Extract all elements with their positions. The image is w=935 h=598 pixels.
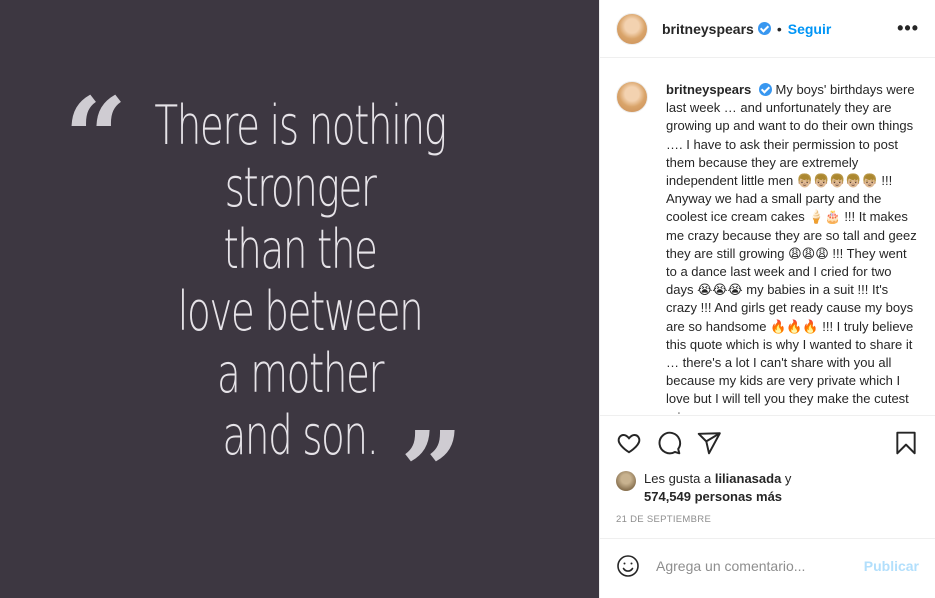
caption-area[interactable]: britneyspears My boys' birthdays were la… [600,58,935,416]
heart-icon[interactable] [616,430,642,456]
post-image[interactable]: “ There is nothing stronger than the lov… [0,0,599,598]
verified-badge-icon [758,83,772,96]
likes-summary: Les gusta a lilianasada y 574,549 person… [600,470,935,510]
post-comment-button[interactable]: Publicar [864,558,919,574]
separator-dot: • [776,20,782,37]
comment-icon[interactable] [656,430,682,456]
avatar[interactable] [616,12,648,45]
quote-line: There is nothing [154,94,447,157]
verified-badge-icon [757,22,771,35]
send-icon[interactable] [696,430,722,456]
header-username[interactable]: britneyspears [662,21,754,37]
likes-middle: y [781,471,792,486]
quote-line: love between [177,280,424,343]
avatar[interactable] [616,81,648,113]
quote-block: “ There is nothing stronger than the lov… [60,83,540,527]
smiley-icon[interactable] [616,554,640,578]
post-header: britneyspears • Seguir ••• [600,0,935,58]
bookmark-icon[interactable] [893,430,919,456]
caption-username[interactable]: britneyspears [666,82,751,97]
caption-row: britneyspears My boys' birthdays were la… [616,81,919,415]
likes-text: Les gusta a lilianasada y 574,549 person… [644,470,791,506]
caption-text: My boys' birthdays were last week … and … [666,82,917,415]
post-side-panel: britneyspears • Seguir ••• britneyspears… [599,0,935,598]
liked-by-user-link[interactable]: lilianasada [715,471,781,486]
open-quote-mark: “ [64,73,128,202]
likes-count-link[interactable]: 574,549 personas más [644,489,782,504]
more-horizontal-icon[interactable]: ••• [897,18,919,39]
quote-line: than the [223,218,378,281]
close-quote-mark: ” [400,407,464,536]
quote-line: stronger [224,156,377,219]
follow-button[interactable]: Seguir [788,21,832,37]
post-date[interactable]: 21 DE SEPTIEMBRE [600,510,935,539]
likes-prefix: Les gusta a [644,471,715,486]
comment-box: Publicar [600,539,935,592]
caption-body: britneyspears My boys' birthdays were la… [666,81,918,415]
comment-input[interactable] [656,557,846,574]
quote-line: a mother [216,342,385,405]
avatar[interactable] [616,471,636,491]
action-bar [600,416,935,470]
